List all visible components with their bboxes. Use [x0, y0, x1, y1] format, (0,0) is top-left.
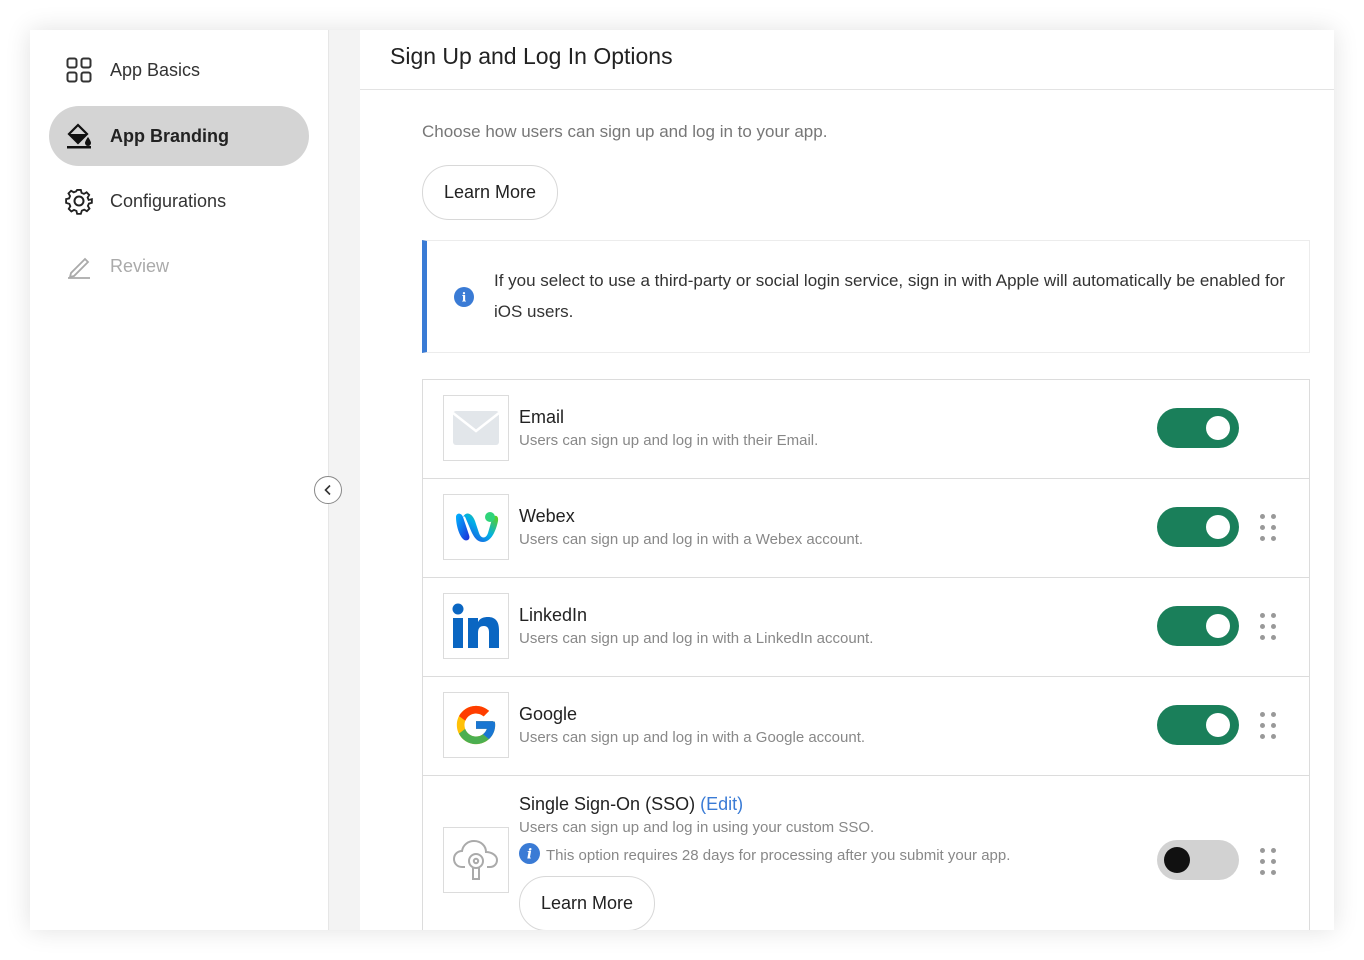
cloud-keyhole-icon [443, 827, 509, 893]
svg-text:i: i [527, 847, 532, 863]
option-description: Users can sign up and log in with a Link… [519, 630, 874, 647]
linkedin-toggle[interactable] [1157, 606, 1239, 646]
google-logo [443, 692, 509, 758]
main-content: Sign Up and Log In Options Choose how us… [360, 30, 1334, 930]
sidebar-item-configurations[interactable]: Configurations [49, 171, 309, 231]
email-toggle[interactable] [1157, 408, 1239, 448]
page-header: Sign Up and Log In Options [360, 30, 1334, 90]
envelope-icon [443, 395, 509, 461]
app-window: App Basics App Branding Configurations R… [30, 30, 1334, 930]
sso-processing-note: i This option requires 28 days for proce… [519, 843, 1010, 868]
chevron-left-icon [324, 484, 331, 496]
svg-text:i: i [462, 291, 467, 305]
google-toggle[interactable] [1157, 705, 1239, 745]
sso-learn-more-button[interactable]: Learn More [519, 876, 655, 930]
sidebar-item-app-basics[interactable]: App Basics [49, 40, 309, 100]
info-banner: i If you select to use a third-party or … [422, 240, 1310, 353]
sso-toggle[interactable] [1157, 840, 1239, 880]
collapse-sidebar-button[interactable] [314, 476, 342, 504]
info-banner-text: If you select to use a third-party or so… [494, 271, 1285, 321]
option-title: Single Sign-On (SSO) (Edit) [519, 794, 743, 815]
sidebar-item-label: Configurations [110, 190, 227, 211]
sso-title: Single Sign-On (SSO) [519, 794, 696, 814]
sidebar-item-review[interactable]: Review [49, 236, 309, 296]
webex-logo [443, 494, 509, 560]
option-webex: Webex Users can sign up and log in with … [422, 478, 1310, 578]
option-title: Email [519, 407, 565, 427]
option-sso: Single Sign-On (SSO) (Edit) Users can si… [422, 775, 1310, 930]
sidebar: App Basics App Branding Configurations R… [30, 30, 328, 930]
option-title: LinkedIn [519, 605, 588, 625]
option-email: Email Users can sign up and log in with … [422, 379, 1310, 479]
webex-toggle[interactable] [1157, 507, 1239, 547]
intro-text: Choose how users can sign up and log in … [422, 122, 828, 141]
info-icon: i [519, 843, 540, 868]
page-title: Sign Up and Log In Options [390, 43, 673, 69]
sidebar-item-label: App Branding [110, 125, 229, 146]
drag-handle-icon[interactable] [1260, 514, 1278, 542]
drag-handle-icon[interactable] [1260, 712, 1278, 740]
option-description: Users can sign up and log in with their … [519, 432, 819, 449]
option-google: Google Users can sign up and log in with… [422, 676, 1310, 776]
grid-icon [64, 55, 94, 85]
sso-edit-link[interactable]: (Edit) [700, 794, 743, 814]
option-title: Webex [519, 506, 575, 526]
info-icon: i [454, 287, 474, 312]
option-linkedin: LinkedIn Users can sign up and log in wi… [422, 577, 1310, 677]
sso-note-text: This option requires 28 days for process… [546, 847, 1011, 864]
sidebar-item-app-branding[interactable]: App Branding [49, 106, 309, 166]
linkedin-logo [443, 593, 509, 659]
drag-handle-icon[interactable] [1260, 848, 1278, 876]
learn-more-button[interactable]: Learn More [422, 165, 558, 220]
option-description: Users can sign up and log in with a Goog… [519, 729, 866, 746]
drag-handle-icon[interactable] [1260, 613, 1278, 641]
sidebar-item-label: App Basics [110, 59, 201, 80]
sidebar-item-label: Review [110, 255, 170, 276]
option-description: Users can sign up and log in with a Webe… [519, 531, 864, 548]
gear-icon [64, 186, 94, 216]
option-description: Users can sign up and log in using your … [519, 819, 875, 836]
option-title: Google [519, 704, 578, 724]
paint-bucket-icon [64, 121, 94, 151]
pencil-icon [64, 251, 94, 281]
